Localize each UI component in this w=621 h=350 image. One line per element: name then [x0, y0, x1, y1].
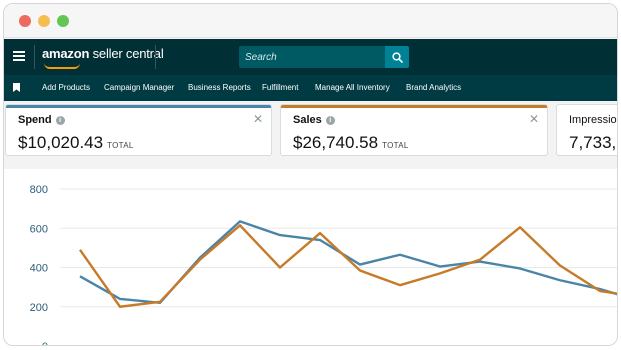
- metric-label: Impressions: [569, 114, 617, 126]
- y-tick-label: 800: [30, 184, 48, 196]
- metric-unit: TOTAL: [107, 141, 134, 150]
- search-box: [239, 46, 385, 68]
- nav-item-business-reports[interactable]: Business Reports: [188, 83, 251, 92]
- y-tick-label: 0: [42, 341, 48, 346]
- nav-item-manage-all-inventory[interactable]: Manage All Inventory: [315, 83, 390, 92]
- title-bar: [4, 4, 617, 38]
- nav-divider: [155, 45, 156, 69]
- nav-divider: [34, 45, 35, 69]
- secondary-navigation: Add Products Campaign Manager Business R…: [4, 75, 617, 101]
- metric-cards: Spend i ✕ $10,020.43 TOTAL Sales i ✕ $26,74…: [4, 104, 617, 158]
- metric-color-bar: [6, 105, 271, 108]
- browser-window: amazon seller central Add Products Campa…: [3, 3, 618, 346]
- metric-card-impressions[interactable]: Impressions 7,733,9: [556, 104, 617, 156]
- info-icon[interactable]: i: [55, 116, 65, 125]
- y-tick-label: 600: [30, 223, 48, 235]
- nav-item-campaign-manager[interactable]: Campaign Manager: [104, 83, 174, 92]
- nav-item-brand-analytics[interactable]: Brand Analytics: [406, 83, 461, 92]
- series-line-1[interactable]: [79, 224, 618, 308]
- amazon-smile-icon: [44, 63, 80, 69]
- search-input[interactable]: [239, 46, 385, 68]
- search-icon: [391, 51, 403, 63]
- y-tick-label: 400: [30, 263, 48, 275]
- line-chart: 0 200 400 600 800: [30, 184, 618, 346]
- nav-item-fulfillment[interactable]: Fulfillment: [262, 83, 298, 92]
- minimize-window-button[interactable]: [38, 15, 50, 27]
- metric-label-text: Sales: [293, 114, 322, 126]
- metric-unit: TOTAL: [382, 141, 409, 150]
- performance-chart: 0 200 400 600 800: [4, 169, 618, 346]
- metric-label-text: Impressions: [569, 114, 617, 126]
- metric-value-text: 7,733,9: [569, 133, 617, 152]
- zoom-window-button[interactable]: [57, 15, 69, 27]
- info-icon[interactable]: i: [325, 116, 335, 125]
- metric-value: 7,733,9: [569, 133, 617, 153]
- brand-logo-text: seller central: [89, 46, 164, 61]
- nav-item-add-products[interactable]: Add Products: [42, 83, 90, 92]
- close-icon[interactable]: ✕: [529, 112, 539, 126]
- metric-label: Spend i: [18, 114, 65, 126]
- y-tick-label: 200: [30, 302, 48, 314]
- brand-logo-bold: amazon: [42, 46, 90, 61]
- metric-value: $26,740.58 TOTAL: [293, 133, 409, 153]
- close-window-button[interactable]: [19, 15, 31, 27]
- metric-card-spend[interactable]: Spend i ✕ $10,020.43 TOTAL: [5, 104, 272, 156]
- metric-value-text: $26,740.58: [293, 133, 379, 152]
- metric-card-sales[interactable]: Sales i ✕ $26,740.58 TOTAL: [280, 104, 548, 156]
- search-button[interactable]: [385, 46, 409, 68]
- metric-color-bar: [281, 105, 547, 108]
- close-icon[interactable]: ✕: [253, 112, 263, 126]
- metric-label-text: Spend: [18, 114, 52, 126]
- bookmark-icon[interactable]: [13, 83, 20, 92]
- top-navigation: amazon seller central: [4, 39, 617, 75]
- hamburger-menu-icon[interactable]: [13, 51, 25, 61]
- metric-value-text: $10,020.43: [18, 133, 104, 152]
- metric-value: $10,020.43 TOTAL: [18, 133, 134, 153]
- metric-label: Sales i: [293, 114, 335, 126]
- series-line-0[interactable]: [79, 220, 618, 306]
- brand-logo[interactable]: amazon seller central: [42, 46, 164, 61]
